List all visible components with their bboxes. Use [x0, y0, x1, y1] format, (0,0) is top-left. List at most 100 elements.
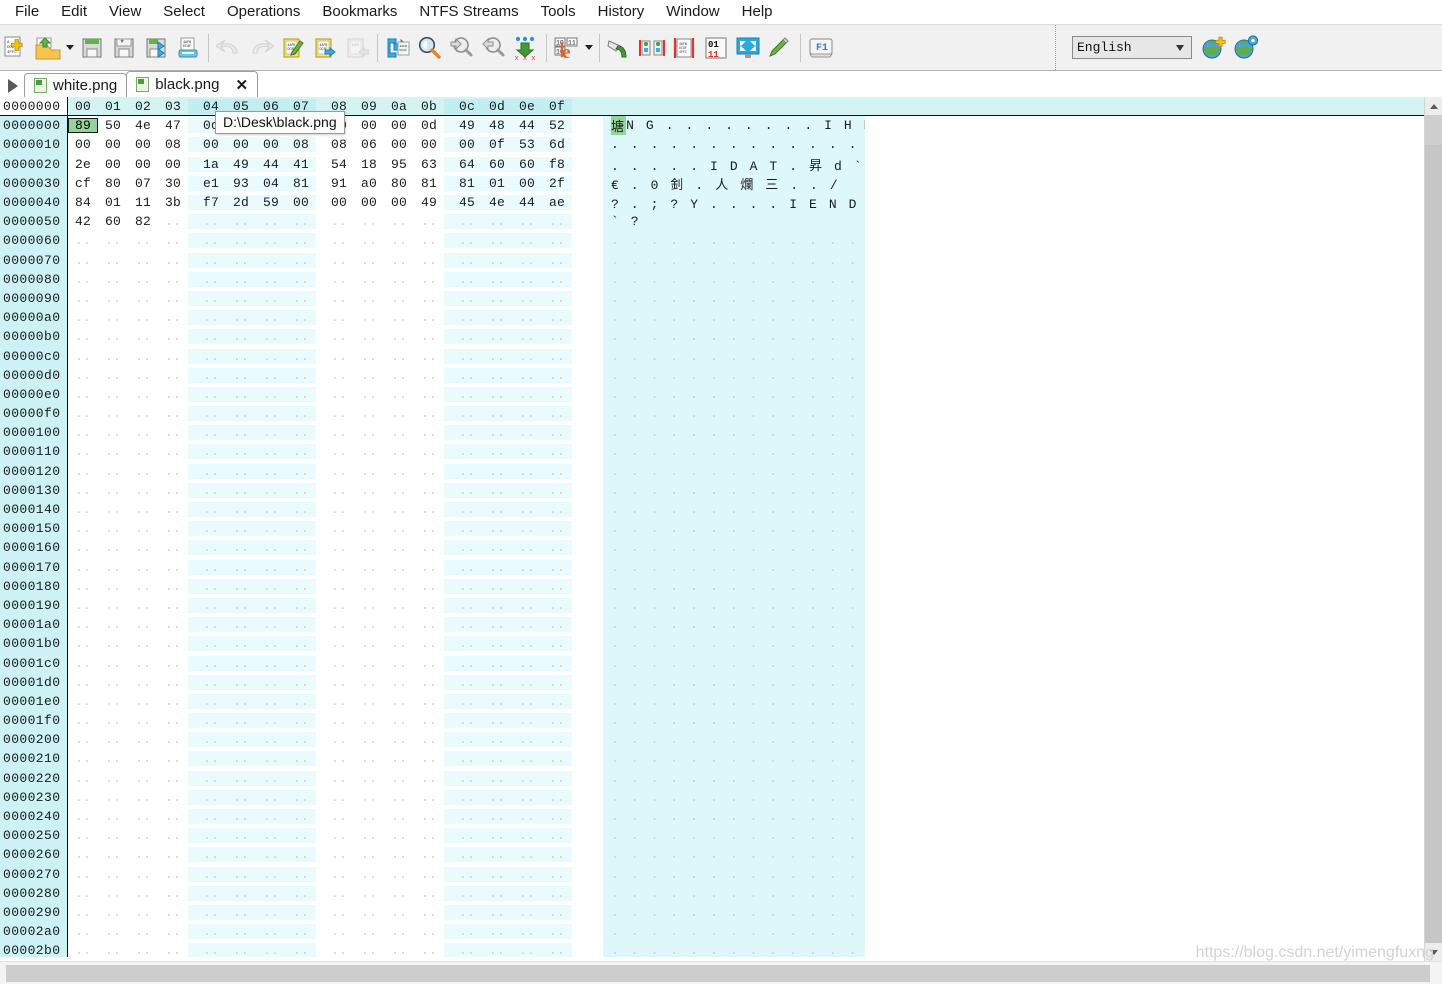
hex-byte-cell[interactable]: .. — [354, 867, 384, 882]
hex-byte-cell[interactable]: .. — [226, 348, 256, 364]
hex-byte-cell[interactable]: .. — [324, 771, 354, 786]
hex-byte-cell[interactable]: .. — [68, 310, 98, 325]
open-file-icon[interactable] — [32, 29, 64, 67]
hex-byte-cell[interactable]: 00 — [286, 195, 316, 211]
hex-byte-cell[interactable]: .. — [68, 502, 98, 517]
hex-byte-cell[interactable]: .. — [158, 291, 188, 306]
hex-byte-cell[interactable]: .. — [542, 617, 572, 633]
hex-byte-cell[interactable]: .. — [542, 597, 572, 613]
copy-icon[interactable]: 4AFB DC8F — [309, 29, 341, 67]
hex-byte-cell[interactable]: .. — [482, 348, 512, 364]
hex-byte-cell[interactable]: .. — [286, 751, 316, 767]
hex-byte-cell[interactable]: .. — [98, 291, 128, 306]
menu-item-file[interactable]: File — [4, 1, 50, 22]
hex-byte-cell[interactable]: .. — [384, 253, 414, 268]
hex-byte-cell[interactable]: .. — [542, 310, 572, 326]
hex-byte-cell[interactable]: .. — [98, 560, 128, 575]
hex-byte-cell[interactable]: .. — [324, 272, 354, 287]
hex-byte-cell[interactable]: .. — [196, 904, 226, 920]
hex-byte-cell[interactable]: 4e — [128, 118, 158, 133]
hex-byte-cell[interactable]: .. — [542, 502, 572, 518]
hex-byte-cell[interactable]: .. — [68, 809, 98, 824]
ascii-cell[interactable]: . . . . . . . . . . . . . . . . — [603, 365, 865, 385]
hex-byte-cell[interactable]: .. — [128, 310, 158, 325]
hex-byte-cell[interactable]: .. — [256, 406, 286, 422]
hex-byte-cell[interactable]: .. — [512, 770, 542, 786]
hex-byte-cell[interactable]: 95 — [384, 157, 414, 172]
hex-byte-cell[interactable]: .. — [286, 367, 316, 383]
hex-byte-cell[interactable]: .. — [354, 732, 384, 747]
hex-byte-cell[interactable]: 44 — [512, 118, 542, 134]
menu-item-edit[interactable]: Edit — [50, 1, 98, 22]
hex-byte-cell[interactable]: .. — [98, 732, 128, 747]
hex-byte-cell[interactable]: .. — [384, 502, 414, 517]
hex-byte-cell[interactable]: .. — [384, 272, 414, 287]
hex-byte-cell[interactable]: 2f — [542, 175, 572, 191]
hex-byte-cell[interactable]: .. — [482, 693, 512, 709]
hex-byte-cell[interactable]: .. — [414, 790, 444, 805]
hex-byte-cell[interactable]: 08 — [324, 137, 354, 152]
hex-byte-cell[interactable]: .. — [354, 387, 384, 402]
hex-byte-cell[interactable]: 00 — [384, 195, 414, 210]
hex-byte-cell[interactable]: .. — [196, 847, 226, 863]
ascii-cell[interactable]: . . . . . I D A T . 昇 d ` ` — [603, 154, 865, 174]
hex-byte-cell[interactable]: .. — [482, 866, 512, 882]
hex-byte-cell[interactable]: .. — [256, 540, 286, 556]
hex-byte-cell[interactable]: .. — [512, 904, 542, 920]
hex-byte-cell[interactable]: 2d — [226, 195, 256, 211]
ascii-cell[interactable]: . . . . . . . . . . . . . . . . — [603, 691, 865, 711]
hex-byte-cell[interactable]: .. — [384, 790, 414, 805]
globe-add-icon[interactable] — [1198, 29, 1230, 67]
hex-byte-cell[interactable]: .. — [98, 867, 128, 882]
hex-row[interactable]: 00001b0.................................… — [0, 634, 1442, 654]
hex-byte-cell[interactable]: .. — [196, 406, 226, 422]
hex-byte-cell[interactable]: .. — [324, 809, 354, 824]
horizontal-scroll-thumb[interactable] — [6, 965, 1430, 982]
hex-byte-cell[interactable]: .. — [384, 713, 414, 728]
hex-byte-cell[interactable]: .. — [384, 368, 414, 383]
hex-byte-cell[interactable]: .. — [324, 540, 354, 555]
hex-byte-cell[interactable]: .. — [384, 732, 414, 747]
hex-byte-cell[interactable]: .. — [452, 809, 482, 825]
hex-row[interactable]: 0000030 cf 80 07 30 e1 93 04 81 91 a0 80 81 81 01 00 2f … — [0, 173, 1442, 193]
hex-byte-cell[interactable]: .. — [226, 463, 256, 479]
redo-icon[interactable] — [245, 29, 277, 67]
hex-byte-cell[interactable]: .. — [414, 713, 444, 728]
hex-byte-cell[interactable]: .. — [226, 751, 256, 767]
hex-byte-cell[interactable]: .. — [286, 617, 316, 633]
hex-row[interactable]: 0000100.................................… — [0, 423, 1442, 443]
hex-byte-cell[interactable]: .. — [226, 655, 256, 671]
hex-byte-cell[interactable]: .. — [452, 406, 482, 422]
hex-byte-cell[interactable]: .. — [354, 675, 384, 690]
hex-byte-cell[interactable]: .. — [482, 482, 512, 498]
hex-byte-cell[interactable]: .. — [196, 252, 226, 268]
hex-byte-cell[interactable]: .. — [158, 444, 188, 459]
hex-byte-cell[interactable]: 63 — [414, 157, 444, 172]
hex-byte-cell[interactable]: .. — [452, 214, 482, 230]
ascii-cell[interactable]: . . . . . . . . . . . . . . . . — [603, 288, 865, 309]
hex-byte-cell[interactable]: .. — [354, 905, 384, 920]
hex-byte-cell[interactable]: .. — [256, 597, 286, 613]
hex-row[interactable]: 00000b0.................................… — [0, 327, 1442, 347]
hex-byte-cell[interactable]: 30 — [158, 176, 188, 191]
ascii-cell[interactable]: . . . . . . . . . . . . . . . . — [603, 711, 865, 731]
hex-byte-cell[interactable]: .. — [128, 579, 158, 594]
hex-byte-cell[interactable]: .. — [98, 617, 128, 632]
hex-byte-cell[interactable]: .. — [286, 463, 316, 479]
hex-byte-cell[interactable]: .. — [512, 214, 542, 230]
hex-byte-cell[interactable]: .. — [128, 540, 158, 555]
hex-byte-cell[interactable]: .. — [482, 233, 512, 249]
hex-byte-cell[interactable]: .. — [482, 655, 512, 671]
ascii-cell[interactable]: . . . . . . . . . . . . . . . . — [603, 787, 865, 807]
hex-byte-cell[interactable]: 44 — [256, 156, 286, 172]
hex-byte-cell[interactable]: .. — [384, 560, 414, 575]
hex-byte-cell[interactable]: .. — [196, 367, 226, 383]
hex-byte-cell[interactable]: .. — [256, 252, 286, 268]
hex-byte-cell[interactable]: .. — [98, 425, 128, 440]
hex-byte-cell[interactable]: .. — [384, 943, 414, 957]
hex-byte-cell[interactable]: .. — [482, 713, 512, 729]
hex-row[interactable]: 00000a0.................................… — [0, 308, 1442, 328]
hex-byte-cell[interactable]: .. — [482, 597, 512, 613]
hex-row[interactable]: 0000230.................................… — [0, 787, 1442, 807]
ascii-cell[interactable]: . . . . . . . . . . . . . . . . — [603, 826, 865, 846]
